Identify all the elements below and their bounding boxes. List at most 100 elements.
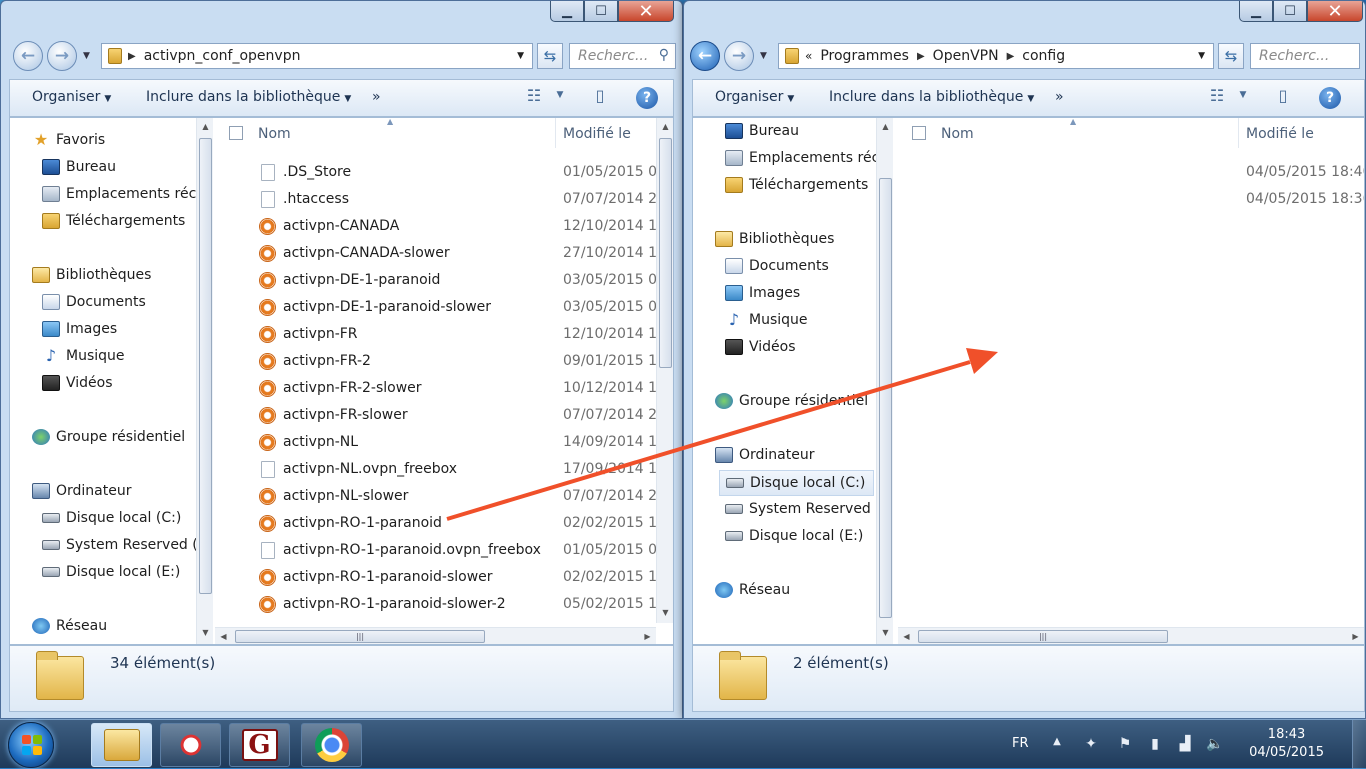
back-button[interactable]: ← xyxy=(13,41,43,71)
preview-pane-icon[interactable]: ▯ xyxy=(588,86,612,108)
nav-item-musique[interactable]: ♪ Musique xyxy=(42,348,125,365)
minimize-button[interactable]: ▁ xyxy=(1239,1,1273,22)
forward-button[interactable]: → xyxy=(47,41,77,71)
show-hidden-icons-icon[interactable]: ▲ xyxy=(1048,736,1066,754)
minimize-button[interactable]: ▁ xyxy=(550,1,584,22)
file-row[interactable]: activpn-CANADA-slower 27/10/2014 1 xyxy=(215,240,673,267)
breadcrumb-separator[interactable]: ▶ xyxy=(917,51,925,62)
nav-scrollbar[interactable]: ▲ ▼ xyxy=(196,118,213,644)
organize-menu[interactable]: Organiser ▼ xyxy=(32,89,111,105)
file-row[interactable]: activpn-DE-1-paranoid-slower 03/05/2015 0 xyxy=(215,294,673,321)
file-row[interactable]: activpn-NL.ovpn_freebox 17/09/2014 1 xyxy=(215,456,673,483)
horizontal-scrollbar[interactable]: ◀ ||| ▶ xyxy=(215,627,656,644)
select-all-checkbox[interactable] xyxy=(229,126,243,140)
show-desktop-button[interactable] xyxy=(1352,720,1366,769)
scroll-thumb[interactable] xyxy=(199,138,212,594)
nav-item-emplacements-rece[interactable]: Emplacements réce xyxy=(42,186,196,202)
scroll-down-icon[interactable]: ▼ xyxy=(877,624,894,641)
refresh-button[interactable]: ⇆ xyxy=(537,43,563,69)
breadcrumb-item[interactable]: config xyxy=(1022,48,1065,64)
start-button[interactable] xyxy=(8,722,54,768)
address-bar[interactable]: ▶ activpn_conf_openvpn ▼ xyxy=(101,43,533,69)
nav-item-disque-local-c[interactable]: Disque local (C:) xyxy=(719,470,874,496)
refresh-button[interactable]: ⇆ xyxy=(1218,43,1244,69)
nav-item-bibliotheques[interactable]: Bibliothèques xyxy=(715,231,834,247)
nav-item-disque-local-e[interactable]: Disque local (E:) xyxy=(725,528,863,544)
help-icon[interactable]: ? xyxy=(1319,87,1341,109)
maximize-button[interactable]: ☐ xyxy=(1273,1,1307,22)
clock[interactable]: 18:43 04/05/2015 xyxy=(1249,726,1324,762)
nav-item-groupe-residentiel[interactable]: Groupe résidentiel xyxy=(715,393,868,409)
preview-pane-icon[interactable]: ▯ xyxy=(1271,86,1295,108)
language-indicator[interactable]: FR xyxy=(1012,736,1029,751)
search-input[interactable]: Recherc... ⚲ xyxy=(569,43,676,69)
nav-item-ordinateur[interactable]: Ordinateur xyxy=(32,483,132,499)
nav-item-groupe-residentiel[interactable]: Groupe résidentiel xyxy=(32,429,185,445)
breadcrumb-item[interactable]: OpenVPN xyxy=(933,48,999,64)
help-icon[interactable]: ? xyxy=(636,87,658,109)
scroll-down-icon[interactable]: ▼ xyxy=(197,624,214,641)
column-divider[interactable] xyxy=(1238,118,1239,148)
maximize-button[interactable]: ☐ xyxy=(584,1,618,22)
nav-item-system-reserved-d[interactable]: System Reserved (D xyxy=(42,537,196,553)
nav-item-videos[interactable]: Vidéos xyxy=(725,339,796,355)
file-row[interactable]: activpn-RO-1-paranoid-slower 02/02/2015 1 xyxy=(215,564,673,591)
back-button[interactable]: ← xyxy=(690,41,720,71)
close-button[interactable]: ✕ xyxy=(618,1,674,22)
nav-item-emplacements-rece[interactable]: Emplacements réce xyxy=(725,150,876,166)
address-bar[interactable]: « Programmes ▶ OpenVPN ▶ config ▼ xyxy=(778,43,1214,69)
taskbar-explorer[interactable] xyxy=(91,723,152,767)
scroll-up-icon[interactable]: ▲ xyxy=(657,118,674,135)
more-commands-button[interactable]: » xyxy=(372,89,381,105)
modified-column-header[interactable]: Modifié le xyxy=(563,126,631,142)
file-row[interactable]: activpn-NL 14/09/2014 1 xyxy=(215,429,673,456)
view-options-dropdown-icon[interactable]: ▼ xyxy=(548,90,572,112)
name-column-header[interactable]: Nom xyxy=(941,126,974,142)
nav-item-videos[interactable]: Vidéos xyxy=(42,375,113,391)
search-input[interactable]: Recherc... xyxy=(1250,43,1360,69)
recent-pages-dropdown[interactable]: ▼ xyxy=(760,51,767,61)
file-row[interactable]: activpn-FR 12/10/2014 1 xyxy=(215,321,673,348)
modified-column-header[interactable]: Modifié le xyxy=(1246,126,1314,142)
breadcrumb-item[interactable]: Programmes xyxy=(820,48,909,64)
nav-item-images[interactable]: Images xyxy=(42,321,117,337)
nav-item-bibliotheques[interactable]: Bibliothèques xyxy=(32,267,151,283)
address-dropdown-icon[interactable]: ▼ xyxy=(1198,51,1205,61)
change-view-icon[interactable]: ☷ xyxy=(1205,86,1229,108)
close-button[interactable]: ✕ xyxy=(1307,1,1363,22)
file-row[interactable]: activpn-RO-1-paranoid 02/02/2015 1 xyxy=(215,510,673,537)
volume-icon[interactable]: 🔈 xyxy=(1206,736,1224,754)
nav-item-reseau[interactable]: Réseau xyxy=(715,582,790,598)
taskbar-chrome[interactable] xyxy=(301,723,362,767)
file-row[interactable]: .DS_Store 01/05/2015 0 xyxy=(215,159,673,186)
scroll-thumb[interactable]: ||| xyxy=(918,630,1168,643)
recent-pages-dropdown[interactable]: ▼ xyxy=(83,51,90,61)
scroll-right-icon[interactable]: ▶ xyxy=(1347,628,1364,645)
file-row[interactable]: 04/05/2015 18:36 xyxy=(898,186,1364,213)
file-list-scrollbar[interactable]: ▲ ▼ xyxy=(656,118,673,623)
forward-button[interactable]: → xyxy=(724,41,754,71)
nav-item-ordinateur[interactable]: Ordinateur xyxy=(715,447,815,463)
change-view-icon[interactable]: ☷ xyxy=(522,86,546,108)
scroll-left-icon[interactable]: ◀ xyxy=(215,628,232,645)
scroll-right-icon[interactable]: ▶ xyxy=(639,628,656,645)
select-all-checkbox[interactable] xyxy=(912,126,926,140)
horizontal-scrollbar[interactable]: ◀ ||| ▶ xyxy=(898,627,1364,644)
nav-item-telechargements[interactable]: Téléchargements xyxy=(42,213,185,229)
nav-item-telechargements[interactable]: Téléchargements xyxy=(725,177,868,193)
scroll-thumb[interactable] xyxy=(879,178,892,618)
name-column-header[interactable]: Nom xyxy=(258,126,291,142)
file-row[interactable]: activpn-RO-1-paranoid.ovpn_freebox 01/05/… xyxy=(215,537,673,564)
breadcrumb-item[interactable]: activpn_conf_openvpn xyxy=(144,48,301,64)
scroll-thumb[interactable] xyxy=(659,138,672,368)
breadcrumb-separator[interactable]: ▶ xyxy=(1007,51,1015,62)
scroll-up-icon[interactable]: ▲ xyxy=(197,118,214,135)
view-options-dropdown-icon[interactable]: ▼ xyxy=(1231,90,1255,112)
nav-item-reseau[interactable]: Réseau xyxy=(32,618,107,634)
file-row[interactable]: activpn-FR-2-slower 10/12/2014 1 xyxy=(215,375,673,402)
nav-item-images[interactable]: Images xyxy=(725,285,800,301)
column-divider[interactable] xyxy=(555,118,556,148)
file-row[interactable]: activpn-NL-slower 07/07/2014 2 xyxy=(215,483,673,510)
include-library-menu[interactable]: Inclure dans la bibliothèque ▼ xyxy=(829,89,1034,105)
scroll-thumb[interactable]: ||| xyxy=(235,630,485,643)
